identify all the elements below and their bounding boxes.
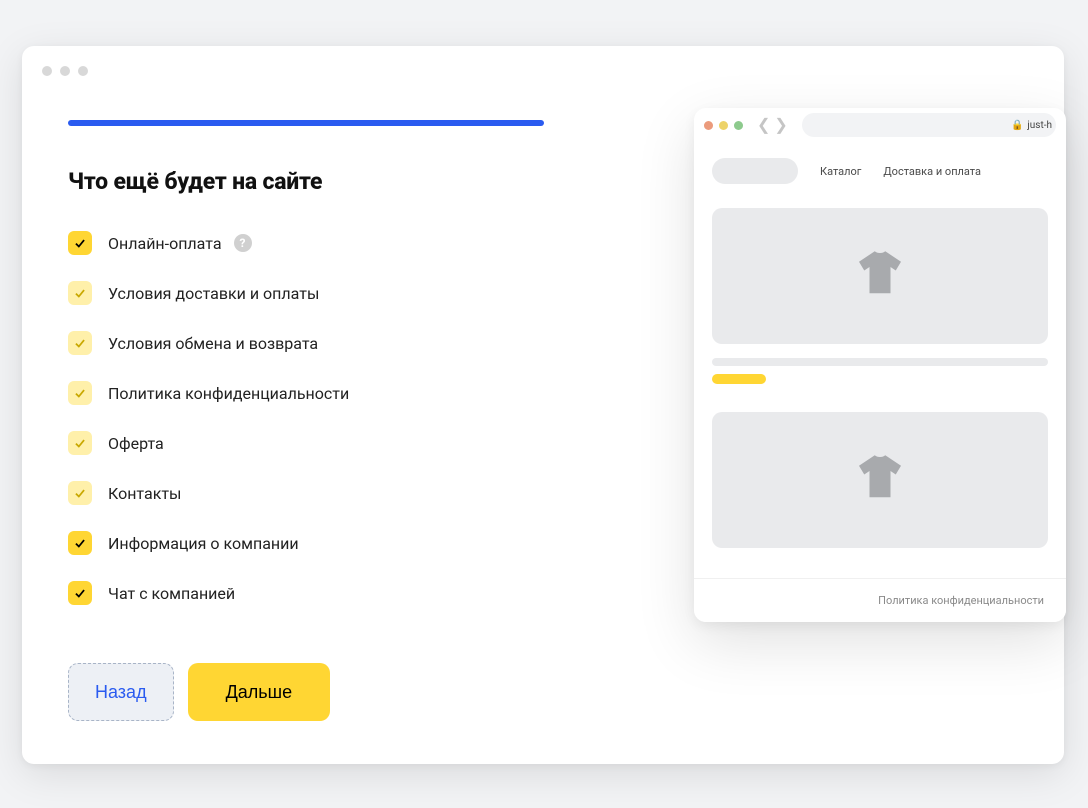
nav-link-delivery[interactable]: Доставка и оплата bbox=[883, 165, 981, 178]
checkbox[interactable] bbox=[68, 581, 92, 605]
text-placeholder bbox=[712, 358, 1048, 366]
option-row[interactable]: Условия обмена и возврата bbox=[68, 331, 582, 355]
window-dot bbox=[60, 66, 70, 76]
option-label: Контакты bbox=[108, 484, 181, 503]
option-label: Политика конфиденциальности bbox=[108, 384, 349, 403]
window-controls bbox=[42, 66, 88, 76]
chevron-right-icon[interactable]: ❯ bbox=[774, 117, 787, 133]
window-dot bbox=[78, 66, 88, 76]
tshirt-icon bbox=[852, 246, 908, 306]
dot-icon bbox=[704, 121, 713, 130]
preview-topbar: ❮ ❯ 🔒 just-h bbox=[694, 108, 1066, 142]
window-dot bbox=[42, 66, 52, 76]
preview-window-controls bbox=[704, 121, 743, 130]
back-button[interactable]: Назад bbox=[68, 663, 174, 721]
preview-footer: Политика конфиденциальности bbox=[694, 578, 1066, 622]
option-label: Онлайн-оплата bbox=[108, 234, 222, 253]
option-row[interactable]: Условия доставки и оплаты bbox=[68, 281, 582, 305]
option-label: Чат с компанией bbox=[108, 584, 235, 603]
tshirt-icon bbox=[852, 450, 908, 510]
option-row[interactable]: Контакты bbox=[68, 481, 582, 505]
price-placeholder bbox=[712, 374, 766, 384]
lock-icon: 🔒 bbox=[1011, 120, 1023, 131]
product-card[interactable] bbox=[712, 208, 1048, 344]
checkbox[interactable] bbox=[68, 281, 92, 305]
option-label: Информация о компании bbox=[108, 534, 299, 553]
option-row[interactable]: Оферта bbox=[68, 431, 582, 455]
site-preview: ❮ ❯ 🔒 just-h Каталог Доставка и оплата П… bbox=[694, 108, 1066, 622]
product-card[interactable] bbox=[712, 412, 1048, 548]
page-title: Что ещё будет на сайте bbox=[68, 168, 582, 195]
option-label: Оферта bbox=[108, 434, 164, 453]
checkbox[interactable] bbox=[68, 481, 92, 505]
checkbox[interactable] bbox=[68, 531, 92, 555]
option-label: Условия доставки и оплаты bbox=[108, 284, 319, 303]
next-button[interactable]: Дальше bbox=[188, 663, 331, 721]
options-list: Онлайн-оплата ? Условия доставки и оплат… bbox=[68, 231, 582, 605]
option-row[interactable]: Онлайн-оплата ? bbox=[68, 231, 582, 255]
chevron-left-icon[interactable]: ❮ bbox=[757, 117, 770, 133]
help-icon[interactable]: ? bbox=[234, 234, 252, 252]
button-row: Назад Дальше bbox=[68, 663, 582, 721]
option-label: Условия обмена и возврата bbox=[108, 334, 318, 353]
logo-placeholder bbox=[712, 158, 798, 184]
checkbox[interactable] bbox=[68, 231, 92, 255]
preview-body: Каталог Доставка и оплата bbox=[694, 142, 1066, 548]
checkbox[interactable] bbox=[68, 381, 92, 405]
option-row[interactable]: Политика конфиденциальности bbox=[68, 381, 582, 405]
dot-icon bbox=[719, 121, 728, 130]
wizard-panel: Что ещё будет на сайте Онлайн-оплата ? У… bbox=[22, 90, 628, 764]
site-header: Каталог Доставка и оплата bbox=[712, 158, 1048, 184]
url-bar[interactable]: 🔒 just-h bbox=[802, 113, 1056, 137]
nav-link-catalog[interactable]: Каталог bbox=[820, 165, 861, 178]
option-row[interactable]: Чат с компанией bbox=[68, 581, 582, 605]
footer-link-privacy[interactable]: Политика конфиденциальности bbox=[878, 594, 1044, 607]
checkbox[interactable] bbox=[68, 331, 92, 355]
progress-bar bbox=[68, 120, 544, 126]
url-text: just-h bbox=[1027, 120, 1052, 131]
checkbox[interactable] bbox=[68, 431, 92, 455]
option-row[interactable]: Информация о компании bbox=[68, 531, 582, 555]
nav-arrows: ❮ ❯ bbox=[757, 117, 788, 133]
dot-icon bbox=[734, 121, 743, 130]
